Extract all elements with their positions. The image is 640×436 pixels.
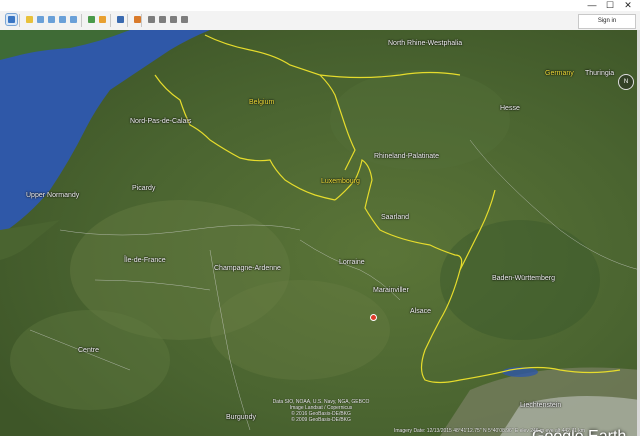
map-label-north-rhine-westphalia[interactable]: North Rhine-Westphalia bbox=[388, 40, 462, 48]
path-icon[interactable] bbox=[46, 14, 57, 25]
map-label-picardy[interactable]: Picardy bbox=[132, 185, 155, 193]
map-label-saarland[interactable]: Saarland bbox=[381, 214, 409, 222]
map-label-liechtenstein[interactable]: Liechtenstein bbox=[520, 402, 561, 410]
image-overlay-icon[interactable] bbox=[57, 14, 68, 25]
print-icon-glyph bbox=[159, 16, 166, 23]
place-pin-icon[interactable] bbox=[370, 314, 377, 321]
toolbar-separator bbox=[19, 14, 20, 27]
sunlight-icon-glyph bbox=[99, 16, 106, 23]
toolbar-separator bbox=[81, 14, 82, 27]
status-bar: Imagery Date: 12/13/2015 48°41'12.75" N … bbox=[394, 428, 585, 434]
globe-view[interactable]: North Rhine-Westphalia Germany Thuringia Be… bbox=[0, 30, 640, 436]
maximize-button[interactable]: ☐ bbox=[602, 0, 618, 11]
map-label-centre[interactable]: Centre bbox=[78, 347, 99, 355]
map-label-thuringia[interactable]: Thuringia bbox=[585, 70, 614, 78]
polygon-icon-glyph bbox=[37, 16, 44, 23]
satellite-imagery bbox=[0, 30, 640, 436]
compass-icon[interactable]: N bbox=[618, 74, 634, 90]
google-maps-icon[interactable] bbox=[179, 14, 190, 25]
map-label-luxembourg[interactable]: Luxembourg bbox=[321, 178, 360, 186]
sidebar-toggle-icon-glyph bbox=[8, 16, 15, 23]
map-label-burgundy[interactable]: Burgundy bbox=[226, 414, 256, 422]
placemark-icon-glyph bbox=[26, 16, 33, 23]
map-label-alsace[interactable]: Alsace bbox=[410, 308, 431, 316]
save-image-icon[interactable] bbox=[168, 14, 179, 25]
map-label-belgium[interactable]: Belgium bbox=[249, 99, 274, 107]
placemark-icon[interactable] bbox=[24, 14, 35, 25]
google-maps-icon-glyph bbox=[181, 16, 188, 23]
map-label-lorraine[interactable]: Lorraine bbox=[339, 259, 365, 267]
close-button[interactable]: ✕ bbox=[620, 0, 636, 11]
image-overlay-icon-glyph bbox=[59, 16, 66, 23]
map-label-germany[interactable]: Germany bbox=[545, 70, 574, 78]
map-label-ile-de-france[interactable]: Île-de-France bbox=[124, 257, 166, 265]
polygon-icon[interactable] bbox=[35, 14, 46, 25]
map-label-baden-wurttemberg[interactable]: Baden-Württemberg bbox=[492, 275, 555, 283]
map-label-champagne-ardenne[interactable]: Champagne-Ardenne bbox=[214, 265, 281, 273]
ruler-icon-glyph bbox=[134, 16, 141, 23]
toolbar-separator bbox=[127, 14, 128, 27]
map-label-nord-pas-de-calais[interactable]: Nord-Pas-de-Calais bbox=[130, 118, 191, 126]
path-icon-glyph bbox=[48, 16, 55, 23]
map-label-upper-normandy[interactable]: Upper Normandy bbox=[26, 192, 79, 200]
email-icon[interactable] bbox=[146, 14, 157, 25]
title-bar: — ☐ ✕ bbox=[0, 0, 640, 11]
planet-icon-glyph bbox=[117, 16, 124, 23]
minimize-button[interactable]: — bbox=[584, 0, 600, 11]
email-icon-glyph bbox=[148, 16, 155, 23]
toolbar-separator bbox=[141, 14, 142, 27]
sign-in-button[interactable]: Sign in bbox=[578, 14, 636, 29]
map-label-marainviller[interactable]: Marainviller bbox=[373, 287, 409, 295]
tour-icon-glyph bbox=[70, 16, 77, 23]
historical-imagery-icon-glyph bbox=[88, 16, 95, 23]
toolbar-separator bbox=[110, 14, 111, 27]
tour-icon[interactable] bbox=[68, 14, 79, 25]
sunlight-icon[interactable] bbox=[97, 14, 108, 25]
sidebar-toggle-icon[interactable] bbox=[5, 13, 18, 26]
toolbar: Sign in bbox=[0, 11, 640, 31]
imagery-credits: Data SIO, NOAA, U.S. Navy, NGA, GEBCO Im… bbox=[272, 399, 370, 423]
map-label-rhineland-palatinate[interactable]: Rhineland-Palatinate bbox=[374, 153, 439, 161]
save-image-icon-glyph bbox=[170, 16, 177, 23]
map-label-hesse[interactable]: Hesse bbox=[500, 105, 520, 113]
planet-icon[interactable] bbox=[115, 14, 126, 25]
historical-imagery-icon[interactable] bbox=[86, 14, 97, 25]
print-icon[interactable] bbox=[157, 14, 168, 25]
